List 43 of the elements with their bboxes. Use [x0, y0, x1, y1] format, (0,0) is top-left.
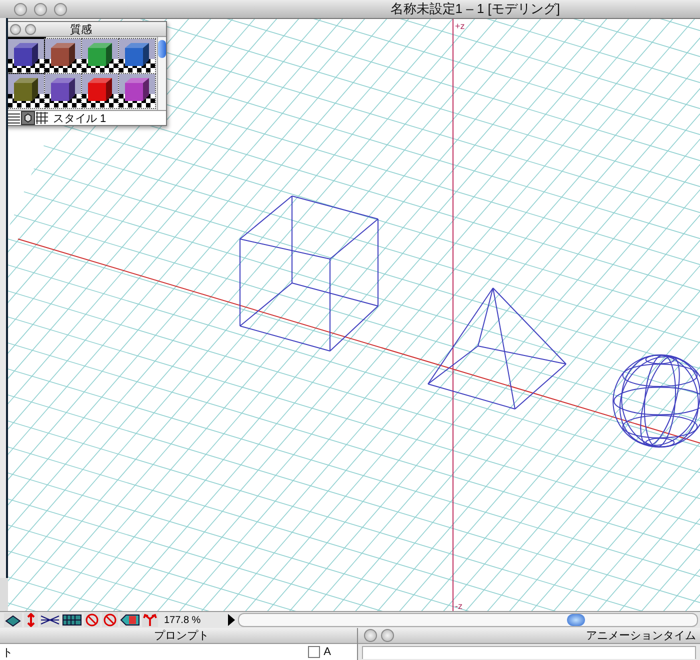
- mesh-icon[interactable]: [40, 613, 60, 628]
- grid-icon[interactable]: [62, 613, 82, 628]
- close-button[interactable]: [364, 629, 377, 642]
- collapse-button[interactable]: [381, 629, 394, 642]
- material-swatch[interactable]: [82, 39, 118, 73]
- style-name: スタイル 1: [53, 112, 106, 126]
- window-title: 名称未設定1 – 1 [モデリング]: [390, 0, 560, 18]
- prohibited-icon[interactable]: [84, 613, 100, 628]
- vertical-arrow-icon[interactable]: [24, 613, 38, 628]
- collapse-button[interactable]: [25, 24, 36, 34]
- material-swatch[interactable]: [8, 74, 44, 108]
- material-swatch[interactable]: [8, 39, 44, 73]
- material-swatch[interactable]: [45, 39, 81, 73]
- material-swatch[interactable]: [82, 74, 118, 108]
- scroll-thumb[interactable]: [567, 614, 585, 626]
- zoom-level: 177.8 %: [163, 614, 202, 626]
- scroll-thumb[interactable]: [158, 40, 166, 58]
- close-button[interactable]: [14, 2, 27, 16]
- checkbox[interactable]: [308, 646, 320, 658]
- view-icon[interactable]: [4, 613, 22, 628]
- axis-label: +z: [455, 21, 465, 31]
- close-button[interactable]: [10, 24, 21, 34]
- panel-title: アニメーションタイム: [586, 629, 696, 643]
- tag-icon[interactable]: [120, 613, 140, 628]
- prompt-text: ト: [2, 646, 14, 660]
- checkbox-label: A: [324, 646, 331, 658]
- zoom-button[interactable]: [54, 2, 67, 16]
- axis-label: -z: [455, 601, 462, 611]
- fork-arrow-icon[interactable]: [142, 613, 158, 628]
- cube-view-icon[interactable]: [22, 112, 34, 124]
- scroll-bar[interactable]: [157, 37, 166, 110]
- horizontal-scroll-bar[interactable]: [238, 613, 698, 628]
- material-swatch[interactable]: [119, 39, 155, 73]
- material-swatch[interactable]: [45, 74, 81, 108]
- minimize-button[interactable]: [34, 2, 47, 16]
- panel-title: プロンプト: [154, 628, 209, 643]
- play-icon[interactable]: [226, 613, 236, 628]
- modeling-viewport[interactable]: +z -z 質感 スタイル 1: [8, 19, 700, 612]
- list-view-icon[interactable]: [8, 112, 20, 124]
- prohibited-icon[interactable]: [102, 613, 118, 628]
- material-swatch[interactable]: [119, 74, 155, 108]
- grid-view-icon[interactable]: [36, 112, 48, 124]
- palette-title: 質感: [70, 22, 92, 36]
